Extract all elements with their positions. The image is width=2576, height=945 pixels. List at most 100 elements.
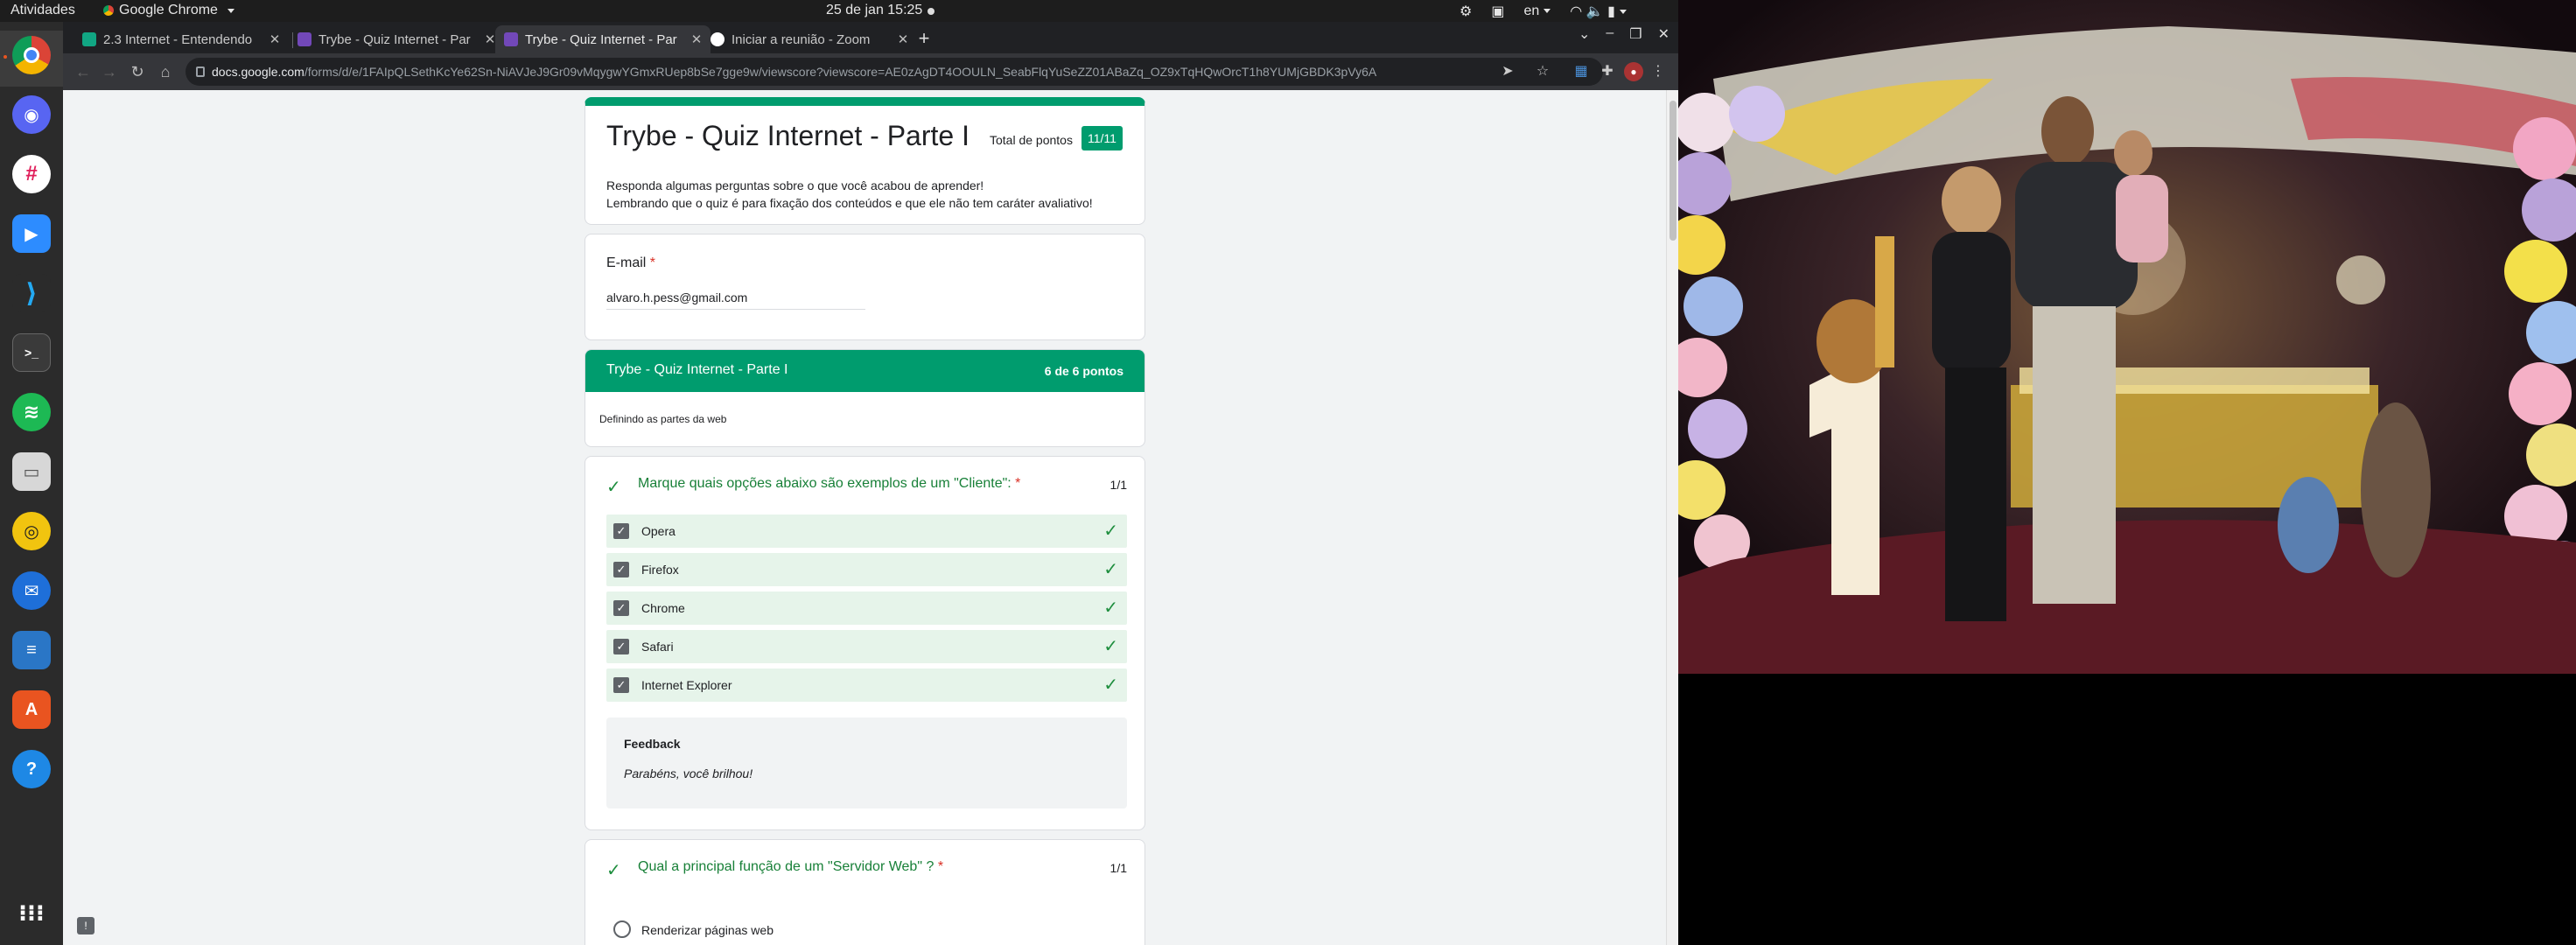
form-title: Trybe - Quiz Internet - Parte I bbox=[606, 120, 970, 151]
tab-entendendo[interactable]: 2.3 Internet - Entendendo ✕ bbox=[74, 25, 289, 53]
extension-translate-icon[interactable]: ▦ bbox=[1572, 62, 1591, 81]
option-label: Safari bbox=[641, 640, 674, 654]
extensions-puzzle-icon[interactable]: ✚ bbox=[1598, 62, 1617, 81]
tab-zoom[interactable]: Iniciar a reunião - Zoom ✕ bbox=[702, 25, 917, 53]
system-menu[interactable]: ◠ 🔈 ▮ bbox=[1570, 3, 1627, 20]
correct-check-icon: ✓ bbox=[1103, 560, 1118, 579]
app-grid-icon[interactable]: ⁝⁝⁝ bbox=[12, 893, 51, 932]
writer-icon[interactable]: ≡ bbox=[12, 631, 51, 669]
activities-button[interactable]: Atividades bbox=[10, 3, 75, 18]
close-window-icon[interactable]: ✕ bbox=[1658, 25, 1670, 43]
zoom-icon[interactable]: ▶ bbox=[12, 214, 51, 253]
radio-icon bbox=[613, 920, 631, 938]
feedback-box: Feedback Parabéns, você brilhou! bbox=[606, 718, 1127, 808]
option-internet-explorer: ✓ Internet Explorer ✓ bbox=[606, 668, 1127, 702]
software-icon[interactable]: A bbox=[12, 690, 51, 729]
checked-checkbox-icon: ✓ bbox=[613, 523, 629, 539]
tab-title: Trybe - Quiz Internet - Par bbox=[318, 32, 471, 47]
spotify-icon[interactable]: ≋ bbox=[12, 393, 51, 431]
thunderbird-icon[interactable]: ✉ bbox=[12, 571, 51, 610]
tab-title: Trybe - Quiz Internet - Par bbox=[525, 32, 677, 47]
chrome-icon bbox=[103, 5, 114, 16]
question-text: Qual a principal função de um "Servidor … bbox=[638, 859, 943, 875]
page-scrollbar[interactable] bbox=[1666, 90, 1678, 945]
question-header: ✓ Marque quais opções abaixo são exemplo… bbox=[606, 474, 1127, 497]
required-mark: * bbox=[937, 859, 944, 874]
page-viewport: Trybe - Quiz Internet - Parte I Total de… bbox=[63, 90, 1678, 945]
home-icon[interactable]: ⌂ bbox=[154, 60, 177, 83]
scrollbar-thumb[interactable] bbox=[1670, 101, 1676, 241]
minimize-icon[interactable]: – bbox=[1606, 25, 1614, 43]
party-photo bbox=[1678, 0, 2576, 674]
back-icon[interactable]: ← bbox=[72, 60, 94, 83]
reload-icon[interactable]: ↻ bbox=[126, 60, 149, 83]
address-bar[interactable]: docs.google.com/forms/d/e/1FAIpQLSethKcY… bbox=[186, 58, 1603, 86]
tab-quiz-1[interactable]: Trybe - Quiz Internet - Par ✕ bbox=[289, 25, 504, 53]
browser-toolbar: ← → ↻ ⌂ docs.google.com/forms/d/e/1FAIpQ… bbox=[63, 53, 1678, 90]
language-menu[interactable]: en bbox=[1523, 4, 1551, 19]
tab-strip: 2.3 Internet - Entendendo ✕ Trybe - Quiz… bbox=[63, 22, 1678, 53]
zoom-indicator-icon[interactable]: ▣ bbox=[1491, 3, 1504, 20]
recording-indicator-icon bbox=[928, 8, 934, 15]
question-points: 1/1 bbox=[1110, 861, 1127, 875]
question-label: Marque quais opções abaixo são exemplos … bbox=[638, 476, 1012, 491]
chrome-menu-icon[interactable]: ⋮ bbox=[1648, 62, 1668, 81]
forms-favicon-icon bbox=[504, 32, 518, 46]
tab-search-icon[interactable]: ⌄ bbox=[1578, 25, 1590, 43]
checked-checkbox-icon: ✓ bbox=[613, 562, 629, 578]
correct-check-icon: ✓ bbox=[606, 478, 621, 497]
email-label-text: E-mail bbox=[606, 256, 647, 270]
close-tab-icon[interactable]: ✕ bbox=[894, 32, 912, 47]
running-indicator bbox=[4, 55, 7, 59]
question-text: Marque quais opções abaixo são exemplos … bbox=[638, 476, 1020, 492]
url-host: docs.google.com bbox=[212, 65, 304, 79]
chrome-window: 2.3 Internet - Entendendo ✕ Trybe - Quiz… bbox=[63, 22, 1678, 945]
option-renderizar: Renderizar páginas web bbox=[606, 920, 1127, 945]
help-icon[interactable]: ? bbox=[12, 750, 51, 788]
tab-title: Iniciar a reunião - Zoom bbox=[732, 32, 871, 47]
question-label: Qual a principal função de um "Servidor … bbox=[638, 859, 934, 874]
clock[interactable]: 25 de jan 15:25 bbox=[826, 3, 922, 18]
url-path: /forms/d/e/1FAIpQLSethKcYe62Sn-NiAVJeJ9G… bbox=[304, 65, 1377, 79]
feedback-text: Parabéns, você brilhou! bbox=[624, 766, 753, 780]
send-tab-icon[interactable]: ➤ bbox=[1498, 62, 1517, 81]
option-label: Chrome bbox=[641, 601, 685, 615]
chevron-down-icon bbox=[227, 8, 234, 13]
checked-checkbox-icon: ✓ bbox=[613, 639, 629, 654]
vscode-icon[interactable]: ⟩ bbox=[12, 274, 51, 312]
discord-icon[interactable]: ◉ bbox=[12, 95, 51, 134]
question-points: 1/1 bbox=[1110, 478, 1127, 492]
settings-indicator-icon[interactable]: ⚙ bbox=[1460, 3, 1472, 20]
chrome-icon[interactable] bbox=[12, 36, 51, 74]
option-opera: ✓ Opera ✓ bbox=[606, 514, 1127, 548]
files-icon[interactable]: ▭ bbox=[12, 452, 51, 491]
option-safari: ✓ Safari ✓ bbox=[606, 630, 1127, 663]
section-subtitle: Definindo as partes da web bbox=[599, 413, 727, 425]
option-label: Opera bbox=[641, 524, 676, 538]
chevron-down-icon bbox=[1544, 9, 1551, 14]
bookmark-star-icon[interactable]: ☆ bbox=[1533, 62, 1552, 81]
app-menu-label: Google Chrome bbox=[119, 3, 218, 18]
tab-quiz-2-active[interactable]: Trybe - Quiz Internet - Par ✕ bbox=[495, 25, 710, 53]
profile-avatar[interactable]: ● bbox=[1624, 62, 1643, 81]
ubuntu-dock: ◉ # ▶ ⟩ >_ ≋ ▭ ◎ ✉ ≡ A ? ⁝⁝⁝ bbox=[0, 22, 63, 945]
close-tab-icon[interactable]: ✕ bbox=[266, 32, 284, 47]
chevron-down-icon bbox=[1619, 10, 1627, 15]
app-menu[interactable]: Google Chrome bbox=[103, 3, 234, 18]
option-firefox: ✓ Firefox ✓ bbox=[606, 553, 1127, 586]
required-mark: * bbox=[1015, 476, 1021, 491]
slack-icon[interactable]: # bbox=[12, 155, 51, 193]
forward-icon[interactable]: → bbox=[98, 60, 121, 83]
checked-checkbox-icon: ✓ bbox=[613, 677, 629, 693]
section-points: 6 de 6 pontos bbox=[1044, 364, 1124, 378]
section-title: Trybe - Quiz Internet - Parte I bbox=[606, 362, 788, 377]
rhythmbox-icon[interactable]: ◎ bbox=[12, 512, 51, 550]
new-tab-button[interactable]: + bbox=[912, 27, 936, 50]
maximize-icon[interactable]: ❐ bbox=[1629, 25, 1642, 43]
report-feedback-icon[interactable]: ! bbox=[77, 917, 94, 934]
volume-icon: 🔈 bbox=[1586, 4, 1604, 19]
wifi-icon: ◠ bbox=[1570, 4, 1583, 19]
question-card-servidor: ✓ Qual a principal função de um "Servido… bbox=[584, 839, 1145, 945]
video-letterbox bbox=[1678, 674, 2576, 945]
terminal-icon[interactable]: >_ bbox=[12, 333, 51, 372]
